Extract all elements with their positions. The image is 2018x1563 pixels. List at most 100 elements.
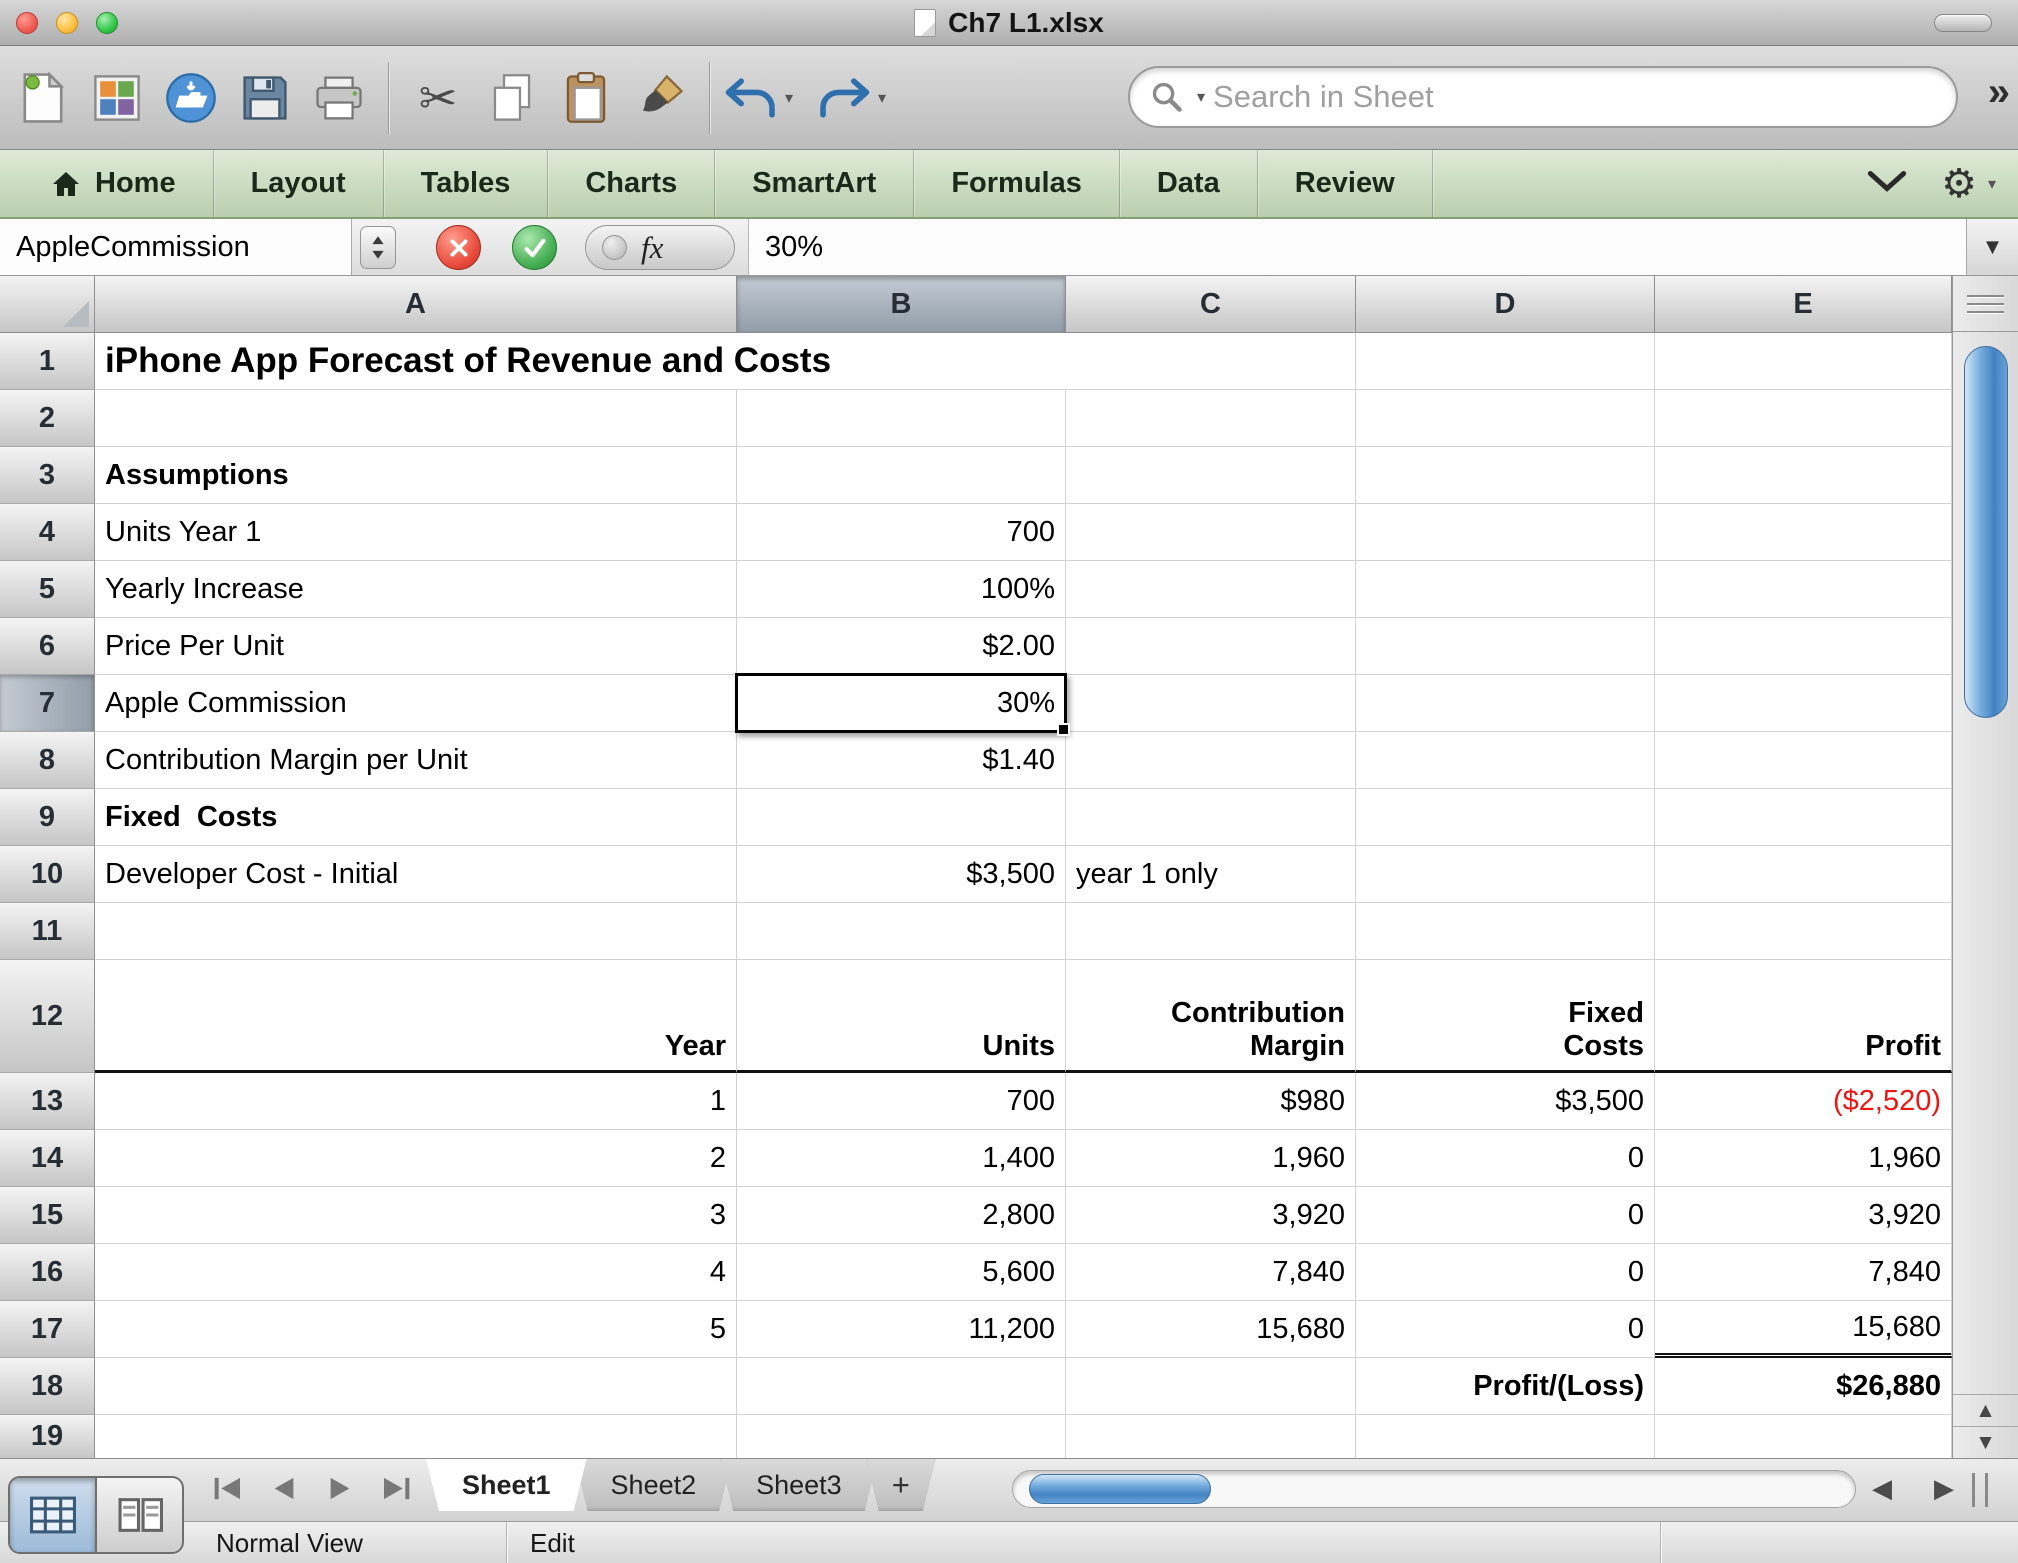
row-header-19[interactable]: 19	[0, 1415, 95, 1458]
zoom-button[interactable]	[96, 12, 118, 34]
cell-E2[interactable]	[1655, 390, 1952, 447]
cell-E7[interactable]	[1655, 675, 1952, 732]
cell-B8[interactable]: $1.40	[737, 732, 1066, 789]
cell-D4[interactable]	[1356, 504, 1655, 561]
cell-E3[interactable]	[1655, 447, 1952, 504]
cell-B5[interactable]: 100%	[737, 561, 1066, 618]
cell-C14[interactable]: 1,960	[1066, 1130, 1356, 1187]
cell-B4[interactable]: 700	[737, 504, 1066, 561]
cell-B2[interactable]	[737, 390, 1066, 447]
cell-C7[interactable]	[1066, 675, 1356, 732]
ribbon-tab-review[interactable]: Review	[1258, 150, 1433, 217]
ribbon-tab-tables[interactable]: Tables	[384, 150, 549, 217]
cell-D3[interactable]	[1356, 447, 1655, 504]
horizontal-scrollbar[interactable]	[1012, 1470, 1856, 1508]
cell-E17[interactable]: 15,680	[1655, 1301, 1952, 1358]
row-header-11[interactable]: 11	[0, 903, 95, 960]
cell-A12[interactable]: Year	[95, 960, 737, 1073]
copy-button[interactable]	[475, 53, 549, 143]
column-header-B[interactable]: B	[737, 276, 1066, 333]
row-header-10[interactable]: 10	[0, 846, 95, 903]
accept-entry-button[interactable]	[512, 225, 557, 270]
cell-C11[interactable]	[1066, 903, 1356, 960]
cell-E18[interactable]: $26,880	[1655, 1358, 1952, 1415]
first-sheet-button[interactable]	[212, 1475, 244, 1502]
row-header-15[interactable]: 15	[0, 1187, 95, 1244]
cut-button[interactable]: ✂	[401, 53, 475, 143]
ribbon-tab-data[interactable]: Data	[1120, 150, 1258, 217]
toolbar-toggle-button[interactable]	[1934, 14, 1992, 32]
cell-E8[interactable]	[1655, 732, 1952, 789]
cell-E13[interactable]: ($2,520)	[1655, 1073, 1952, 1130]
row-header-6[interactable]: 6	[0, 618, 95, 675]
cell-C18[interactable]	[1066, 1358, 1356, 1415]
cell-D19[interactable]	[1356, 1415, 1655, 1458]
cell-A7[interactable]: Apple Commission	[95, 675, 737, 732]
cell-A15[interactable]: 3	[95, 1187, 737, 1244]
cell-A10[interactable]: Developer Cost - Initial	[95, 846, 737, 903]
cell-A4[interactable]: Units Year 1	[95, 504, 737, 561]
page-layout-view-button[interactable]	[95, 1478, 182, 1552]
cell-D2[interactable]	[1356, 390, 1655, 447]
row-header-9[interactable]: 9	[0, 789, 95, 846]
cell-B19[interactable]	[737, 1415, 1066, 1458]
horizontal-scrollbar-thumb[interactable]	[1029, 1474, 1211, 1504]
cell-B14[interactable]: 1,400	[737, 1130, 1066, 1187]
row-header-2[interactable]: 2	[0, 390, 95, 447]
row-header-18[interactable]: 18	[0, 1358, 95, 1415]
ribbon-settings-button[interactable]: ⚙ ▾	[1941, 164, 1996, 204]
cell-D18[interactable]: Profit/(Loss)	[1356, 1358, 1655, 1415]
cell-B10[interactable]: $3,500	[737, 846, 1066, 903]
paste-button[interactable]	[549, 53, 623, 143]
cell-D15[interactable]: 0	[1356, 1187, 1655, 1244]
sheet-tab-sheet3[interactable]: Sheet3	[720, 1459, 878, 1511]
scroll-up-icon[interactable]: ▲	[1953, 1394, 2018, 1426]
cell-E1[interactable]	[1655, 333, 1952, 390]
cell-C3[interactable]	[1066, 447, 1356, 504]
cell-B18[interactable]	[737, 1358, 1066, 1415]
close-button[interactable]	[16, 12, 38, 34]
sheet-tab-sheet1[interactable]: Sheet1	[426, 1459, 587, 1511]
template-gallery-button[interactable]	[80, 53, 154, 143]
cell-B15[interactable]: 2,800	[737, 1187, 1066, 1244]
cell-C5[interactable]	[1066, 561, 1356, 618]
cell-C12[interactable]: Contribution Margin	[1066, 960, 1356, 1073]
cell-C10[interactable]: year 1 only	[1066, 846, 1356, 903]
cancel-entry-button[interactable]	[436, 225, 481, 270]
cell-E4[interactable]	[1655, 504, 1952, 561]
cell-E15[interactable]: 3,920	[1655, 1187, 1952, 1244]
ribbon-tab-smartart[interactable]: SmartArt	[715, 150, 915, 217]
cell-A3[interactable]: Assumptions	[95, 447, 737, 504]
cell-D13[interactable]: $3,500	[1356, 1073, 1655, 1130]
cell-D7[interactable]	[1356, 675, 1655, 732]
scroll-left-icon[interactable]: ◀	[1872, 1473, 1892, 1504]
vertical-scrollbar-thumb[interactable]	[1964, 346, 2008, 718]
cell-E12[interactable]: Profit	[1655, 960, 1952, 1073]
cell-E14[interactable]: 1,960	[1655, 1130, 1952, 1187]
format-painter-button[interactable]	[623, 53, 697, 143]
cell-A17[interactable]: 5	[95, 1301, 737, 1358]
cell-A16[interactable]: 4	[95, 1244, 737, 1301]
cell-D16[interactable]: 0	[1356, 1244, 1655, 1301]
redo-button[interactable]: ▾	[815, 77, 886, 119]
vertical-scrollbar[interactable]: ▲ ▼	[1952, 276, 2018, 1458]
cell-A5[interactable]: Yearly Increase	[95, 561, 737, 618]
cell-B16[interactable]: 5,600	[737, 1244, 1066, 1301]
previous-sheet-button[interactable]	[268, 1475, 300, 1502]
row-header-17[interactable]: 17	[0, 1301, 95, 1358]
cell-C13[interactable]: $980	[1066, 1073, 1356, 1130]
column-header-E[interactable]: E	[1655, 276, 1952, 333]
ribbon-tab-layout[interactable]: Layout	[214, 150, 384, 217]
cell-B11[interactable]	[737, 903, 1066, 960]
row-header-1[interactable]: 1	[0, 333, 95, 390]
cell-E16[interactable]: 7,840	[1655, 1244, 1952, 1301]
cell-D11[interactable]	[1356, 903, 1655, 960]
undo-dropdown-icon[interactable]: ▾	[785, 88, 793, 108]
insert-function-button[interactable]: fx	[585, 225, 735, 270]
next-sheet-button[interactable]	[324, 1475, 356, 1502]
cell-D17[interactable]: 0	[1356, 1301, 1655, 1358]
cell-E19[interactable]	[1655, 1415, 1952, 1458]
cell-E6[interactable]	[1655, 618, 1952, 675]
name-box-stepper[interactable]	[360, 226, 396, 269]
selected-cell[interactable]: 30%	[735, 673, 1070, 736]
